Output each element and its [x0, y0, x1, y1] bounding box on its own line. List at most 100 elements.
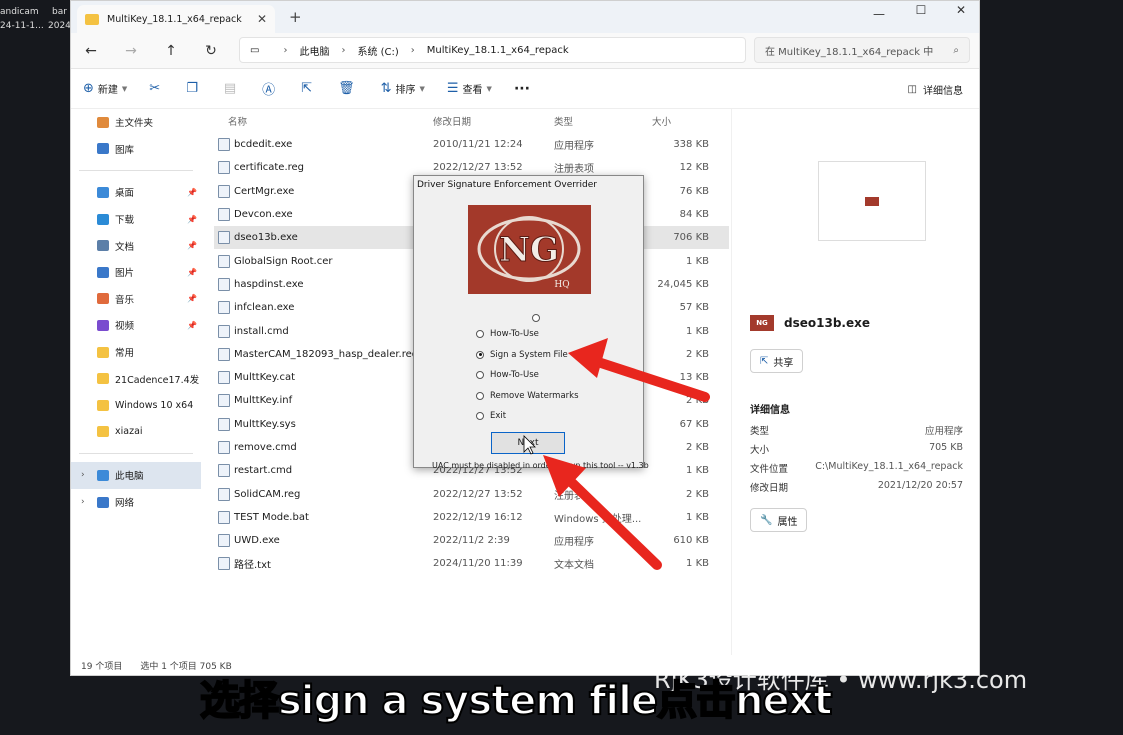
prop-key: 类型: [750, 426, 770, 437]
column-header-type[interactable]: 类型: [554, 114, 573, 128]
view-button[interactable]: ☰ 查看 ▼: [447, 81, 492, 96]
radio-option[interactable]: Remove Watermarks: [476, 391, 579, 401]
file-size: 1 KB: [686, 325, 709, 337]
prop-key: 修改日期: [750, 483, 789, 494]
forward-button[interactable]: →: [111, 43, 151, 59]
gallery-icon: [97, 143, 109, 155]
pin-icon[interactable]: 📌: [187, 241, 197, 250]
copy-icon: ❐: [186, 81, 198, 96]
more-button[interactable]: ···: [514, 81, 530, 97]
sidebar-item-pinned[interactable]: 音乐 📌: [71, 286, 201, 313]
file-row[interactable]: bcdedit.exe 2010/11/21 12:24 应用程序 338 KB: [214, 133, 729, 156]
sidebar-item-gallery[interactable]: 图库: [71, 136, 201, 163]
details-label: 详细信息: [923, 86, 963, 97]
copy-button[interactable]: ❐: [186, 81, 202, 96]
pin-icon[interactable]: 📌: [187, 268, 197, 277]
sidebar-item-pinned[interactable]: 桌面 📌: [71, 179, 201, 206]
search-input[interactable]: 在 MultiKey_18.1.1_x64_repack 中 ⌕: [754, 37, 970, 63]
file-row[interactable]: TEST Mode.bat 2022/12/19 16:12 Windows 批处理…: [214, 506, 729, 529]
maximize-button[interactable]: ☐: [903, 3, 939, 21]
chevron-right-icon: ›: [410, 44, 415, 56]
share-button[interactable]: ⇱: [301, 81, 316, 96]
desktop-item-label[interactable]: andicam: [0, 6, 39, 18]
radio-option[interactable]: How-To-Use: [476, 329, 539, 339]
file-size: 67 KB: [679, 418, 709, 430]
pin-icon[interactable]: 📌: [187, 188, 197, 197]
expand-icon[interactable]: ›: [81, 497, 85, 507]
filename-text: dseo13b.exe: [784, 316, 870, 330]
sidebar-item-pinned[interactable]: Windows 10 x64: [71, 392, 201, 419]
radio-option[interactable]: Exit: [476, 411, 506, 421]
rename-button[interactable]: Ⓐ: [262, 79, 279, 98]
pin-icon[interactable]: 📌: [187, 294, 197, 303]
back-button[interactable]: ←: [71, 43, 111, 59]
file-icon: [218, 510, 230, 524]
refresh-button[interactable]: ↻: [191, 43, 231, 59]
sidebar-item-pinned[interactable]: 常用: [71, 339, 201, 366]
column-header-size[interactable]: 大小: [652, 114, 671, 128]
sidebar-item-label: 网络: [115, 498, 135, 510]
column-header-date[interactable]: 修改日期: [433, 114, 471, 128]
close-window-button[interactable]: ✕: [943, 3, 979, 21]
file-name: restart.cmd: [234, 465, 293, 477]
expand-icon[interactable]: ›: [81, 470, 85, 480]
address-bar[interactable]: ▭ › 此电脑 › 系统 (C:) › MultiKey_18.1.1_x64_…: [239, 37, 746, 63]
logo-letters: NG: [499, 230, 559, 270]
file-name: SolidCAM.reg: [234, 488, 301, 500]
more-label: ···: [513, 80, 530, 97]
details-pane-button[interactable]: ◫ 详细信息: [908, 82, 963, 97]
sidebar-item-network[interactable]: › 网络: [71, 489, 201, 516]
file-name: UWD.exe: [234, 535, 280, 547]
next-button[interactable]: Next: [491, 432, 565, 454]
delete-button[interactable]: 🗑: [338, 81, 359, 96]
file-icon: [218, 277, 230, 291]
paste-button[interactable]: ▤: [224, 81, 240, 96]
radio-circle: [476, 350, 484, 359]
file-icon: [218, 487, 230, 501]
divider: [79, 453, 193, 455]
tab-multikey[interactable]: MultiKey_18.1.1_x64_repack ✕: [77, 5, 275, 33]
file-row[interactable]: 路径.txt 2024/11/20 11:39 文本文档 1 KB: [214, 552, 729, 575]
pinned-list: 桌面 📌 下载 📌 文档 📌 图片 📌 音乐 📌 视频 📌 常用 21Cadence17.4发 Window…: [71, 179, 201, 445]
up-button[interactable]: ↑: [151, 43, 191, 59]
radio-option[interactable]: How-To-Use: [476, 370, 539, 380]
breadcrumb-thispc[interactable]: 此电脑: [299, 43, 329, 58]
desktop-item-label[interactable]: bar: [52, 6, 67, 18]
file-type: Windows 批处理...: [554, 513, 642, 525]
sidebar-item-pinned[interactable]: 视频 📌: [71, 312, 201, 339]
folder-icon: [97, 240, 109, 252]
file-size: 1 KB: [686, 558, 709, 570]
file-size: 1 KB: [686, 255, 709, 267]
sidebar-item-home[interactable]: 主文件夹: [71, 109, 201, 136]
sidebar-item-pinned[interactable]: 图片 📌: [71, 259, 201, 286]
sidebar-item-pinned[interactable]: xiazai: [71, 419, 201, 446]
radio-option[interactable]: Sign a System File: [476, 350, 568, 360]
file-icon: [218, 534, 230, 548]
file-row[interactable]: UWD.exe 2022/11/2 2:39 应用程序 610 KB: [214, 529, 729, 552]
breadcrumb-folder[interactable]: MultiKey_18.1.1_x64_repack: [427, 45, 569, 56]
dialog-title: Driver Signature Enforcement Overrider: [417, 180, 597, 190]
sort-button[interactable]: ⇅ 排序 ▼: [381, 81, 425, 96]
minimize-button[interactable]: —: [861, 7, 897, 25]
file-icon: [218, 161, 230, 175]
file-row[interactable]: SolidCAM.reg 2022/12/27 13:52 注册表 2 KB: [214, 482, 729, 505]
navigation-pane: 主文件夹 图库 桌面 📌 下载 📌 文档 📌 图片 📌 音乐 📌 视频 📌 常用 21Cadence17.…: [71, 109, 201, 655]
pin-icon[interactable]: 📌: [187, 321, 197, 330]
close-tab-icon[interactable]: ✕: [257, 12, 267, 26]
sidebar-item-label: 图片: [115, 268, 135, 280]
properties-button[interactable]: 🔧 属性: [750, 508, 808, 532]
radio-button[interactable]: [532, 314, 546, 322]
new-button[interactable]: ⊕ 新建 ▼: [83, 81, 127, 96]
radio-circle: [476, 391, 484, 400]
share-button[interactable]: ⇱ 共享: [750, 349, 804, 373]
cut-button[interactable]: ✂: [149, 81, 164, 96]
file-date: 2022/11/2 2:39: [433, 535, 510, 547]
pin-icon[interactable]: 📌: [187, 215, 197, 224]
sidebar-item-thispc[interactable]: › 此电脑: [71, 462, 201, 489]
column-header-name[interactable]: 名称: [228, 114, 247, 128]
sidebar-item-pinned[interactable]: 21Cadence17.4发: [71, 365, 201, 392]
breadcrumb-drive[interactable]: 系统 (C:): [357, 43, 398, 58]
new-tab-button[interactable]: +: [289, 8, 302, 26]
sidebar-item-pinned[interactable]: 文档 📌: [71, 232, 201, 259]
sidebar-item-pinned[interactable]: 下载 📌: [71, 206, 201, 233]
